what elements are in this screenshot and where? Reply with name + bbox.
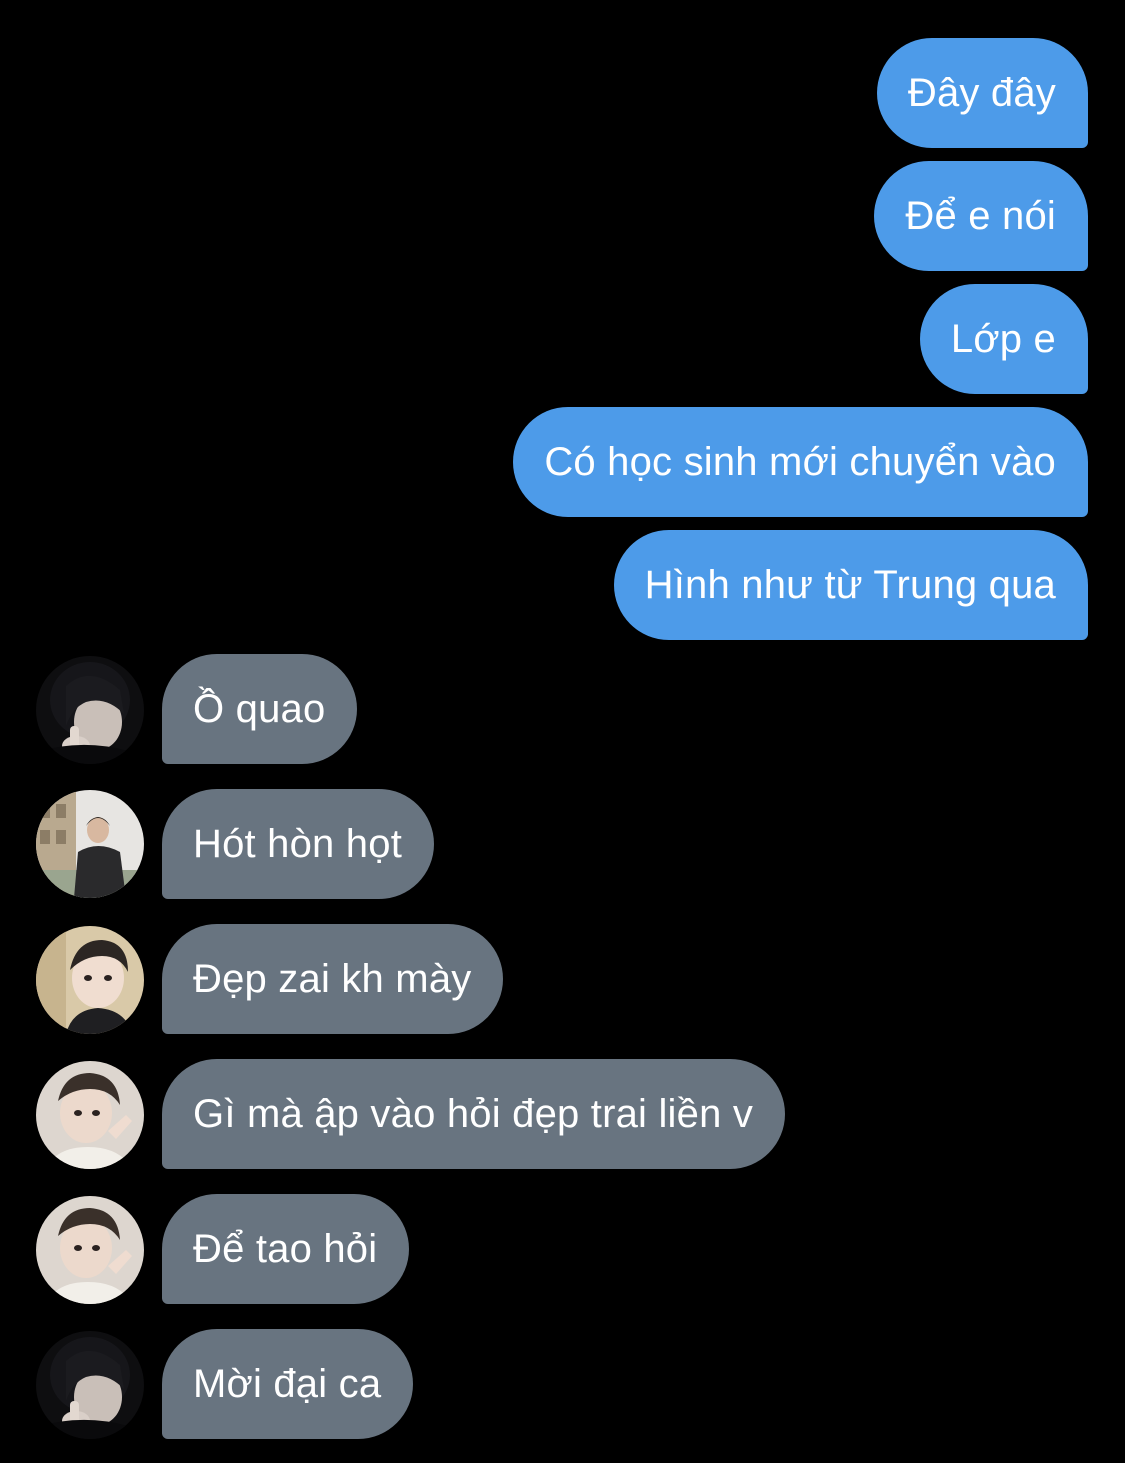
avatar-pose-icon (36, 1196, 144, 1304)
received-message[interactable]: Hót hòn họt (162, 789, 435, 899)
avatar[interactable] (36, 1061, 144, 1169)
avatar[interactable] (36, 926, 144, 1034)
message-text: Lớp e (950, 317, 1056, 361)
avatar[interactable] (36, 656, 144, 764)
avatar-pose-icon (36, 1061, 144, 1169)
received-message[interactable]: Đẹp zai kh mày (162, 924, 504, 1034)
avatar-dark-hood-icon (36, 1331, 144, 1439)
sent-message[interactable]: Đây đây (876, 38, 1088, 148)
message-text: Hình như từ Trung qua (644, 563, 1056, 607)
message-text: Đây đây (907, 71, 1056, 115)
sent-message[interactable]: Có học sinh mới chuyển vào (513, 407, 1088, 517)
sent-message[interactable]: Để e nói (874, 161, 1088, 271)
message-text: Để e nói (905, 194, 1056, 238)
avatar[interactable] (36, 1196, 144, 1304)
avatar-outdoor-icon (36, 790, 144, 898)
avatar[interactable] (36, 790, 144, 898)
avatar-selfie-icon (36, 926, 144, 1034)
received-message[interactable]: Để tao hỏi (162, 1194, 410, 1304)
avatar[interactable] (36, 1331, 144, 1439)
message-text: Có học sinh mới chuyển vào (544, 440, 1056, 484)
message-text: Gì mà ập vào hỏi đẹp trai liền v (193, 1092, 754, 1136)
chat-thread[interactable]: Đây đây Để e nói Lớp e Có học sinh mới c… (0, 0, 1125, 1463)
avatar-dark-hood-icon (36, 656, 144, 764)
message-text: Hót hòn họt (193, 822, 403, 866)
sent-message[interactable]: Hình như từ Trung qua (613, 530, 1088, 640)
received-message[interactable]: Ồ quao (162, 654, 358, 764)
message-text: Để tao hỏi (193, 1227, 378, 1271)
received-message[interactable]: Gì mà ập vào hỏi đẹp trai liền v (162, 1059, 786, 1169)
received-message[interactable]: Mời đại ca (162, 1329, 414, 1439)
message-text: Đẹp zai kh mày (193, 957, 472, 1001)
message-text: Ồ quao (193, 687, 326, 731)
message-text: Mời đại ca (193, 1362, 382, 1406)
sent-message[interactable]: Lớp e (919, 284, 1088, 394)
